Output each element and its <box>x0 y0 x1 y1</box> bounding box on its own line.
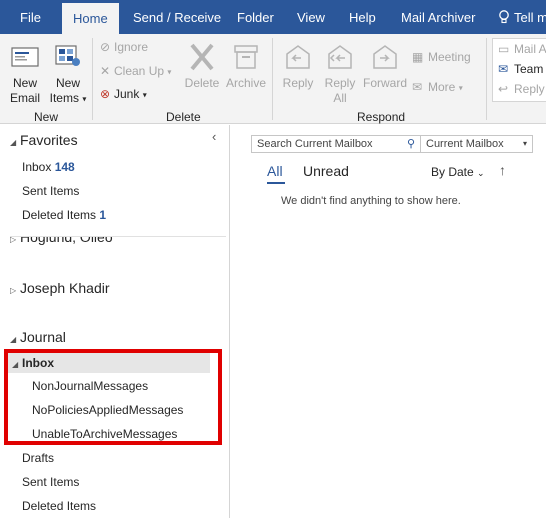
delete-button[interactable]: Delete <box>184 42 220 91</box>
chevron-down-icon: ▾ <box>142 90 147 100</box>
expanded-triangle-icon: ◢ <box>10 335 17 344</box>
favorite-inbox[interactable]: Inbox 148 <box>22 160 75 174</box>
calendar-icon: ▦ <box>412 50 424 64</box>
chevron-down-icon: ▾ <box>458 83 463 93</box>
reply-label: Reply <box>282 76 314 90</box>
reply-all-button[interactable]: Reply All <box>320 42 360 106</box>
search-input[interactable]: Search Current Mailbox ⚲ <box>251 135 421 153</box>
tab-mail-archiver[interactable]: Mail Archiver <box>401 0 475 34</box>
reply-button[interactable]: Reply <box>278 42 318 91</box>
reply-icon <box>286 45 310 69</box>
sort-direction-arrow-icon[interactable]: ↑ <box>499 162 506 178</box>
more-icon: ✉ <box>412 80 423 94</box>
chevron-down-icon: ▾ <box>167 67 172 77</box>
group-divider <box>272 38 273 120</box>
quick-step-reply[interactable]: ↩ Reply <box>498 82 545 96</box>
clean-up-icon: ✕ <box>100 64 111 78</box>
delete-icon <box>190 43 214 71</box>
group-label-delete: Delete <box>166 110 201 124</box>
highlight-annotation-box <box>4 349 222 445</box>
ribbon-tab-bar: File Home Send / Receive Folder View Hel… <box>0 0 546 34</box>
message-list: Search Current Mailbox ⚲ Current Mailbox… <box>231 125 546 518</box>
forward-icon <box>373 45 397 69</box>
new-email-label-l1: New <box>12 76 37 90</box>
tab-file[interactable]: File <box>20 0 41 34</box>
folder-sent-items[interactable]: Sent Items <box>22 475 79 489</box>
new-items-icon <box>55 45 80 66</box>
group-label-respond: Respond <box>357 110 406 124</box>
favorites-header[interactable]: ◢ Favorites <box>10 132 78 148</box>
archive-label: Archive <box>225 76 266 90</box>
reply-all-label-l1: Reply <box>324 76 356 90</box>
tab-tell-me[interactable]: Tell m <box>514 0 546 34</box>
reply-all-label-l2: All <box>333 91 347 105</box>
tab-home[interactable]: Home <box>62 3 119 34</box>
reply-all-icon <box>328 45 352 69</box>
junk-icon: ⊗ <box>100 87 111 101</box>
active-filter-indicator <box>267 182 285 184</box>
account-hoglund[interactable]: ▷ Hoglund, Olleo <box>10 237 113 245</box>
new-email-button[interactable]: New Email <box>6 42 44 106</box>
group-divider <box>92 38 93 120</box>
unread-count: 1 <box>99 208 107 222</box>
quick-step-team[interactable]: ✉ Team <box>498 62 543 76</box>
chevron-down-icon: ⌄ <box>477 168 485 178</box>
archive-button[interactable]: Archive <box>224 42 268 91</box>
chevron-down-icon: ▾ <box>522 139 527 148</box>
empty-list-message: We didn't find anything to show here. <box>281 195 461 207</box>
delete-label: Delete <box>184 76 220 90</box>
expanded-triangle-icon: ◢ <box>10 138 17 147</box>
more-respond-button[interactable]: ✉ More ▾ <box>412 80 463 94</box>
ignore-icon: ⊘ <box>100 40 111 54</box>
favorite-sent-items[interactable]: Sent Items <box>22 184 79 198</box>
quick-step-mail-icon: ▭ <box>498 42 510 56</box>
ribbon-home: New Email New Items ▾ New ⊘ Ignore ✕ Clean… <box>0 34 546 124</box>
new-items-label-l2: Items ▾ <box>49 91 87 105</box>
quick-step-team-icon: ✉ <box>498 62 509 76</box>
quick-step-mail-a[interactable]: ▭ Mail A <box>498 42 546 56</box>
clean-up-button[interactable]: ✕ Clean Up ▾ <box>100 64 171 78</box>
filter-unread[interactable]: Unread <box>303 163 349 179</box>
divider <box>10 236 226 237</box>
group-divider <box>486 38 487 120</box>
sort-by-dropdown[interactable]: By Date ⌄ <box>431 165 485 179</box>
tab-help[interactable]: Help <box>349 0 376 34</box>
filter-all[interactable]: All <box>267 163 283 179</box>
new-items-button[interactable]: New Items ▾ <box>48 42 88 106</box>
collapsed-triangle-icon: ▷ <box>10 286 17 295</box>
folder-deleted-items[interactable]: Deleted Items <box>22 499 96 513</box>
new-email-label-l2: Email <box>9 91 40 105</box>
account-journal[interactable]: ◢ Journal <box>10 329 66 345</box>
junk-button[interactable]: ⊗ Junk ▾ <box>100 87 147 101</box>
tab-folder[interactable]: Folder <box>237 0 274 34</box>
account-joseph-khadir[interactable]: ▷ Joseph Khadir <box>10 280 110 296</box>
new-items-label-l1: New <box>55 76 80 90</box>
folder-drafts[interactable]: Drafts <box>22 451 54 465</box>
meeting-button[interactable]: ▦ Meeting <box>412 50 471 64</box>
forward-label: Forward <box>362 76 407 90</box>
collapse-pane-icon[interactable]: ‹ <box>212 129 216 144</box>
favorite-deleted-items[interactable]: Deleted Items 1 <box>22 208 106 222</box>
chevron-down-icon: ▾ <box>82 94 87 104</box>
unread-count: 148 <box>54 160 75 174</box>
search-icon[interactable]: ⚲ <box>407 137 415 151</box>
folder-pane: ◢ Favorites ‹ Inbox 148 Sent Items Delete… <box>0 125 230 518</box>
lightbulb-icon[interactable] <box>498 10 510 24</box>
quick-step-reply-icon: ↩ <box>498 82 509 96</box>
new-email-icon <box>11 47 39 67</box>
group-label-new: New <box>34 110 59 124</box>
ignore-button[interactable]: ⊘ Ignore <box>100 40 148 54</box>
search-scope-dropdown[interactable]: Current Mailbox ▾ <box>421 135 533 153</box>
tab-view[interactable]: View <box>297 0 325 34</box>
tab-send-receive[interactable]: Send / Receive <box>133 0 221 34</box>
forward-button[interactable]: Forward <box>362 42 408 91</box>
archive-icon <box>234 45 258 69</box>
